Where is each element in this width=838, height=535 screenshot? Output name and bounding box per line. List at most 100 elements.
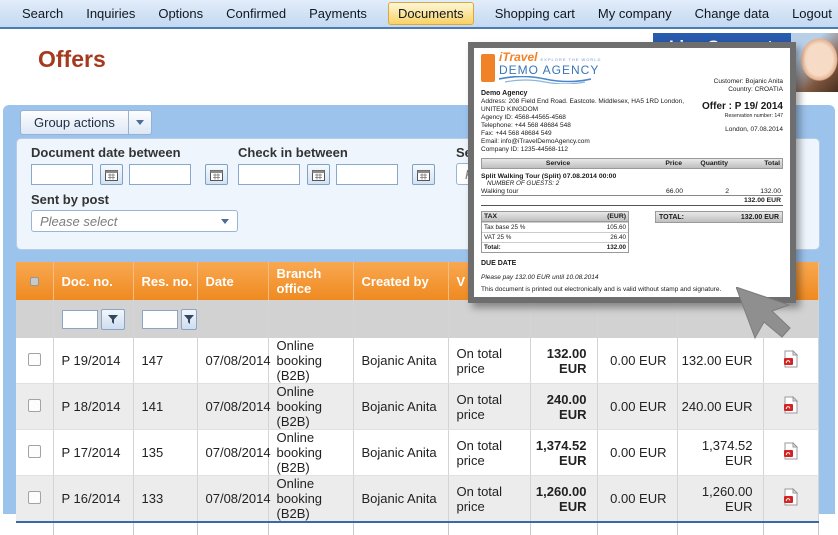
document-date-label: Document date between bbox=[31, 145, 181, 160]
branch-cell: Online booking (B2B) bbox=[268, 429, 354, 476]
vat-cell: On total price bbox=[448, 475, 531, 523]
check-in-label: Check in between bbox=[238, 145, 348, 160]
date-cell: 07/08/2014 bbox=[197, 338, 271, 384]
agency-name: Demo Agency bbox=[481, 90, 528, 97]
column-filter-row bbox=[16, 300, 819, 338]
service-group-title: Split Walking Tour (Split) 07.08.2014 00… bbox=[481, 173, 617, 180]
agency-info: Demo Agency Address: 208 Field End Road.… bbox=[481, 90, 685, 153]
header-branch-office[interactable]: Branch office bbox=[268, 262, 354, 300]
logo-tagline: EXPLORE THE WORLD bbox=[540, 57, 602, 62]
nav-item-documents[interactable]: Documents bbox=[387, 2, 474, 25]
paid-cell: 0.00 EUR bbox=[597, 338, 678, 384]
support-agent-photo bbox=[791, 33, 838, 92]
logo-subbrand: DEMO AGENCY bbox=[499, 63, 600, 77]
document-date-from-calendar-button[interactable] bbox=[100, 164, 123, 185]
res-no-cell: 135 bbox=[133, 429, 198, 476]
nav-item-logout[interactable]: Logout bbox=[790, 3, 834, 24]
grand-total-bar: TOTAL: 132.00 EUR bbox=[655, 211, 783, 223]
nav-item-change-data[interactable]: Change data bbox=[693, 3, 771, 24]
funnel-icon bbox=[107, 314, 118, 324]
select-all-checkbox[interactable] bbox=[29, 276, 39, 286]
document-date-from-input[interactable] bbox=[31, 164, 93, 185]
group-actions-dropdown-button[interactable] bbox=[128, 110, 152, 135]
pdf-icon[interactable] bbox=[783, 441, 799, 460]
service-total: 132.00 bbox=[760, 188, 781, 195]
header-created-by[interactable]: Created by bbox=[353, 262, 449, 300]
nav-item-my-company[interactable]: My company bbox=[596, 3, 674, 24]
doc-no-cell: P 19/2014 bbox=[53, 338, 134, 384]
chevron-down-icon bbox=[221, 218, 229, 224]
sent-by-post-select[interactable]: Please select bbox=[31, 210, 238, 232]
nav-item-search[interactable]: Search bbox=[20, 3, 65, 24]
check-in-from-calendar-button[interactable] bbox=[307, 164, 330, 185]
nav-item-options[interactable]: Options bbox=[156, 3, 205, 24]
branch-cell: Online booking (B2B) bbox=[268, 383, 354, 430]
table-row: P 16/2014 133 07/08/2014 Online booking … bbox=[16, 475, 819, 523]
tax-table: TAX (EUR) Tax base 25 % 105.60 VAT 25 % 26… bbox=[481, 211, 629, 253]
row-checkbox[interactable] bbox=[27, 398, 41, 412]
created-by-cell: Bojanic Anita bbox=[353, 383, 449, 430]
check-in-to-input[interactable] bbox=[336, 164, 398, 185]
header-doc-no[interactable]: Doc. no. bbox=[53, 262, 134, 300]
tax-total-row: Total: 132.00 bbox=[482, 242, 628, 251]
header-date[interactable]: Date bbox=[197, 262, 269, 300]
itravel-logo: iTravel EXPLORE THE WORLD DEMO AGENCY bbox=[481, 50, 684, 85]
res-no-cell: 141 bbox=[133, 383, 198, 430]
amount-cell: 132.00 EUR bbox=[530, 338, 598, 384]
table-row-partial bbox=[16, 521, 819, 535]
grand-total-label: TOTAL: bbox=[659, 213, 685, 221]
header-res-no[interactable]: Res. no. bbox=[133, 262, 198, 300]
guests-note: NUMBER OF GUESTS: 2 bbox=[487, 180, 560, 187]
group-actions-split-button: Group actions bbox=[20, 110, 152, 135]
calendar-icon bbox=[210, 169, 223, 181]
nav-item-payments[interactable]: Payments bbox=[307, 3, 369, 24]
select-all-header-cell[interactable] bbox=[16, 262, 54, 300]
date-cell: 07/08/2014 bbox=[197, 429, 271, 476]
created-by-cell: Bojanic Anita bbox=[353, 429, 449, 476]
page-title: Offers bbox=[38, 46, 106, 72]
logo-brand: iTravel bbox=[499, 50, 538, 64]
nav-item-confirmed[interactable]: Confirmed bbox=[224, 3, 288, 24]
doc-no-filter-button[interactable] bbox=[100, 308, 125, 330]
document-date-to-calendar-button[interactable] bbox=[205, 164, 228, 185]
nav-item-shopping-cart[interactable]: Shopping cart bbox=[493, 3, 577, 24]
check-in-from-input[interactable] bbox=[238, 164, 300, 185]
res-no-cell: 147 bbox=[133, 338, 198, 384]
row-checkbox[interactable] bbox=[27, 444, 41, 458]
logo-waves-icon bbox=[498, 75, 592, 85]
customer-info: Customer: Bojanic Anita Country: CROATIA… bbox=[702, 52, 783, 154]
branch-cell: Online booking (B2B) bbox=[268, 338, 354, 384]
res-no-filter-button[interactable] bbox=[180, 308, 197, 330]
offer-number: Offer : P 19/ 2014 bbox=[702, 101, 783, 112]
created-by-cell: Bojanic Anita bbox=[353, 338, 449, 384]
country-line: Country: CROATIA bbox=[728, 86, 783, 93]
doc-no-filter-input[interactable] bbox=[61, 309, 98, 329]
offers-page: { "nav": { "items": [ { "label": "Search… bbox=[0, 0, 838, 535]
row-checkbox[interactable] bbox=[27, 490, 41, 504]
date-cell: 07/08/2014 bbox=[197, 383, 271, 430]
row-checkbox[interactable] bbox=[27, 352, 41, 366]
top-navbar: Search Inquiries Options Confirmed Payme… bbox=[0, 0, 838, 29]
due-date-label: DUE DATE bbox=[481, 260, 517, 267]
check-in-to-calendar-button[interactable] bbox=[412, 164, 435, 185]
doc-no-cell: P 18/2014 bbox=[53, 383, 134, 430]
group-actions-button[interactable]: Group actions bbox=[20, 110, 129, 135]
paid-cell: 0.00 EUR bbox=[597, 429, 678, 476]
logo-i-icon bbox=[481, 54, 495, 82]
table-row: P 18/2014 141 07/08/2014 Online booking … bbox=[16, 383, 819, 430]
service-quantity: 2 bbox=[725, 188, 729, 195]
document-preview-popup: iTravel EXPLORE THE WORLD DEMO AGENCY Dem… bbox=[468, 42, 796, 303]
pdf-icon[interactable] bbox=[783, 395, 799, 414]
nav-item-inquiries[interactable]: Inquiries bbox=[84, 3, 137, 24]
mouse-cursor-icon bbox=[735, 286, 792, 345]
table-row: P 19/2014 147 07/08/2014 Online booking … bbox=[16, 338, 819, 384]
tax-row: VAT 25 % 26.40 bbox=[482, 232, 628, 241]
chevron-down-icon bbox=[135, 120, 144, 125]
pdf-icon[interactable] bbox=[783, 487, 799, 506]
service-subtotal: 132.00 EUR bbox=[481, 196, 783, 206]
res-no-filter-input[interactable] bbox=[141, 309, 178, 329]
paid-cell: 0.00 EUR bbox=[597, 383, 678, 430]
document-date-to-input[interactable] bbox=[129, 164, 191, 185]
pdf-icon[interactable] bbox=[783, 349, 799, 368]
calendar-icon bbox=[312, 169, 325, 181]
